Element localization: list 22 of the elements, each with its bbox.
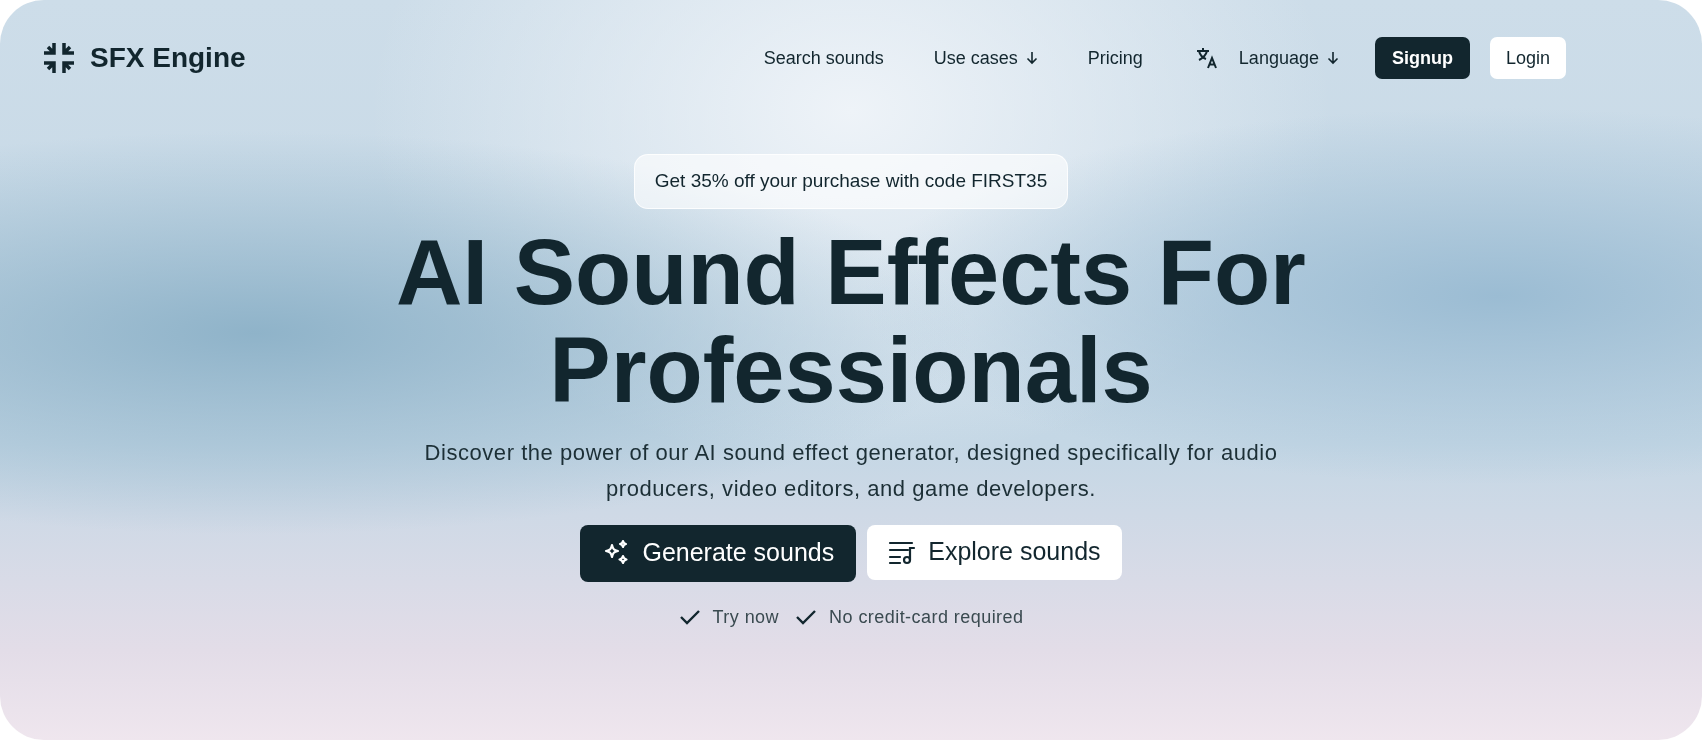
hero-headline: Professionals (549, 320, 1153, 419)
down-arrow-icon (1025, 51, 1038, 65)
music-list-icon (888, 539, 917, 565)
hero-headline: AI Sound Effects For (396, 222, 1306, 321)
down-arrow-icon (1326, 51, 1339, 65)
perk-text: No credit-card required (829, 605, 1024, 629)
signup-button[interactable]: Signup (1374, 37, 1470, 79)
check-icon (795, 608, 818, 626)
perk-text: Try now (712, 605, 780, 629)
check-icon (678, 608, 701, 626)
login-button[interactable]: Login (1489, 37, 1566, 79)
logo-text: SFX Engine (90, 41, 246, 75)
generate-button[interactable]: Generate sounds (580, 524, 857, 582)
language-menu[interactable]: Language (1194, 44, 1339, 72)
promo-banner[interactable]: Get 35% off your purchase with code FIRST35 (633, 154, 1069, 209)
nav-link[interactable]: Pricing (1087, 44, 1143, 72)
sparkles-icon (602, 539, 631, 567)
nav-dropdown[interactable]: Use cases (933, 44, 1038, 72)
translate-icon (1194, 46, 1219, 70)
explore-button[interactable]: Explore sounds (867, 524, 1122, 580)
hero-subtitle: Discover the power of our AI sound effect generator, designed specifically for audio producers, video editors, and game developers. (423, 438, 1279, 503)
nav-link[interactable]: Search sounds (763, 44, 884, 72)
